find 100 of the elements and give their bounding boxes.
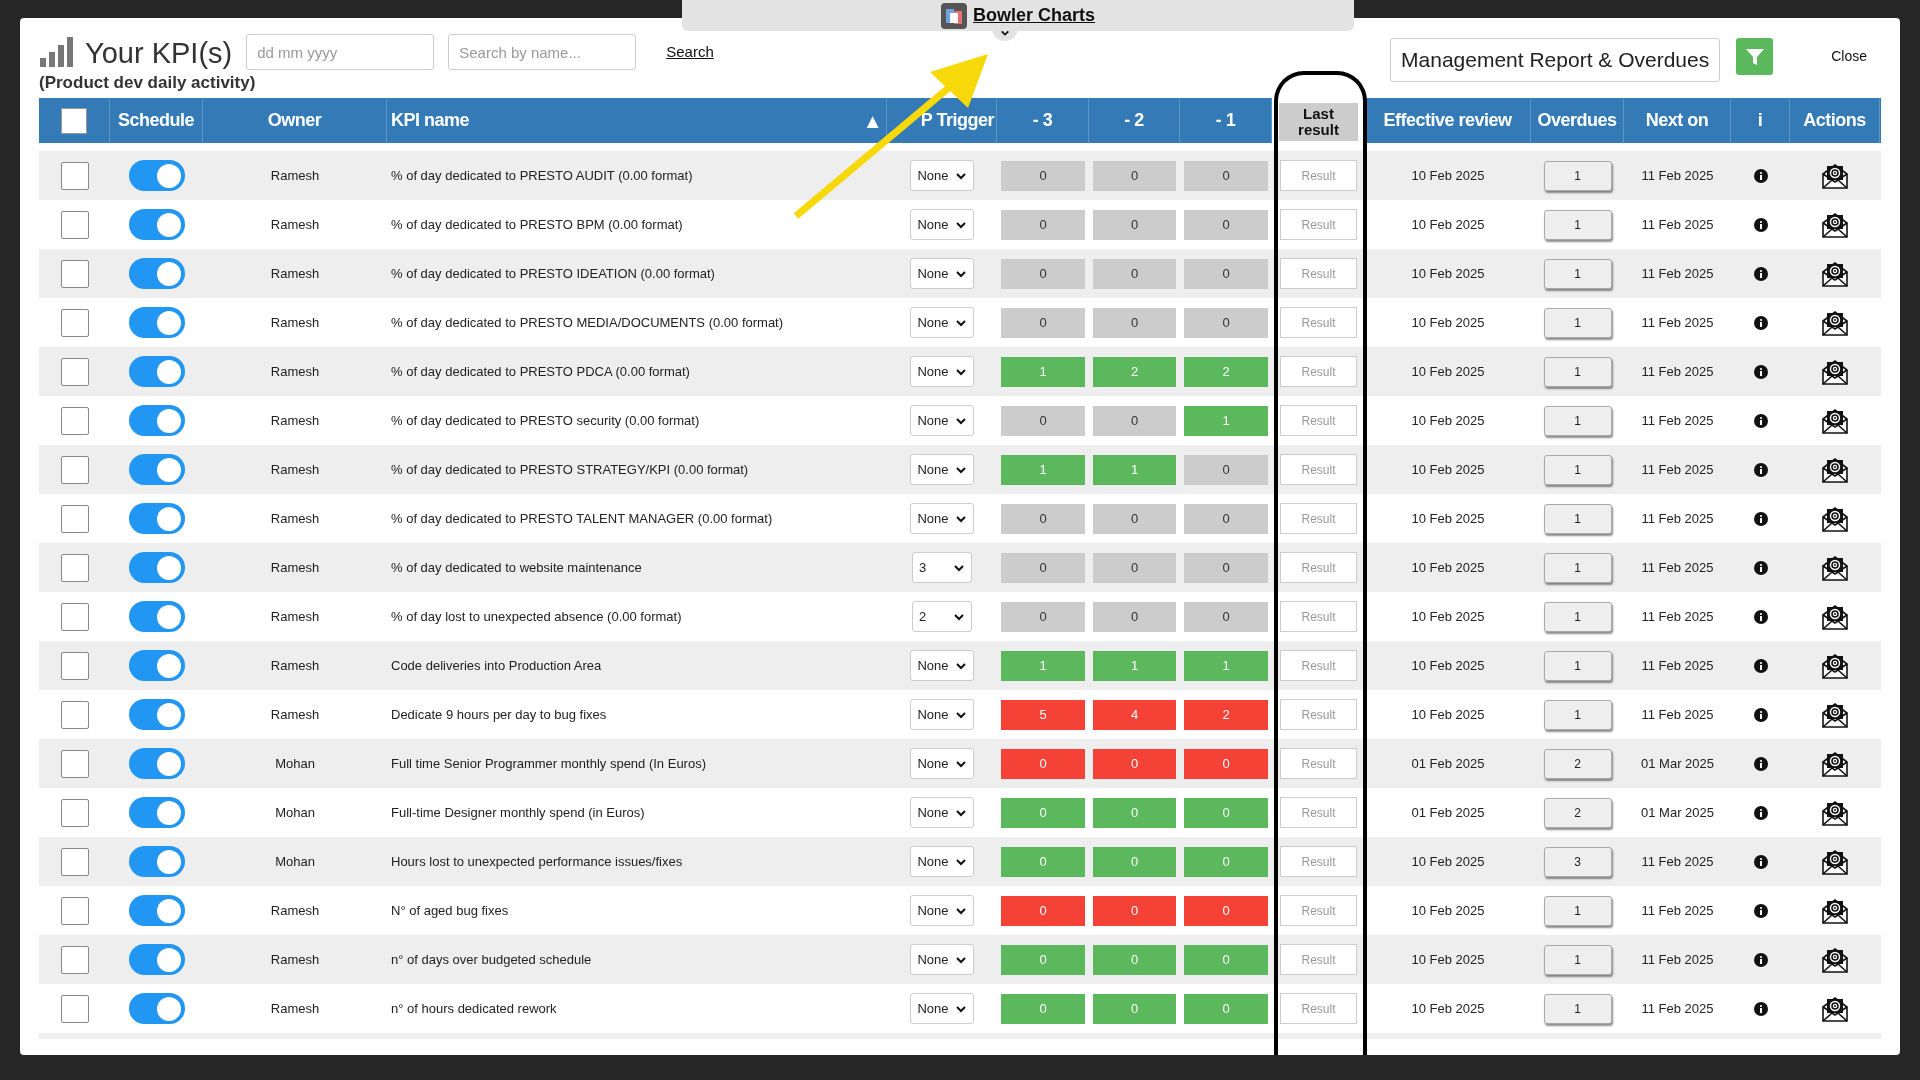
schedule-toggle[interactable] [128,307,185,338]
select-all-checkbox[interactable] [61,107,87,134]
filter-button[interactable] [1736,38,1774,75]
search-field[interactable]: Search by name... [448,34,637,70]
info-icon[interactable] [1753,315,1768,330]
info-icon[interactable] [1753,413,1768,428]
email-icon[interactable] [1821,945,1849,974]
email-icon[interactable] [1821,210,1849,239]
overdues-button[interactable]: 1 [1543,160,1612,191]
trigger-select[interactable]: None [910,503,974,534]
overdues-button[interactable]: 1 [1543,552,1612,583]
overdues-button[interactable]: 1 [1543,503,1612,534]
schedule-toggle[interactable] [128,993,185,1024]
bowler-charts-link[interactable]: Bowler Charts [973,2,1095,29]
info-icon[interactable] [1753,609,1768,624]
schedule-toggle[interactable] [128,454,185,485]
email-icon[interactable] [1821,553,1849,582]
info-icon[interactable] [1753,658,1768,673]
info-icon[interactable] [1753,511,1768,526]
overdues-button[interactable]: 1 [1543,405,1612,436]
row-checkbox[interactable] [60,308,89,337]
email-icon[interactable] [1821,259,1849,288]
overdues-button[interactable]: 1 [1543,944,1612,975]
row-checkbox[interactable] [60,161,89,190]
info-icon[interactable] [1753,462,1768,477]
result-input[interactable]: Result [1280,846,1357,877]
schedule-toggle[interactable] [128,601,185,632]
report-button[interactable]: Management Report & Overdues [1390,38,1721,82]
row-checkbox[interactable] [60,357,89,386]
trigger-select[interactable]: None [910,944,974,975]
row-checkbox[interactable] [60,749,89,778]
trigger-select[interactable]: None [910,258,974,289]
overdues-button[interactable]: 2 [1543,748,1612,779]
result-input[interactable]: Result [1280,748,1357,779]
row-checkbox[interactable] [60,504,89,533]
row-checkbox[interactable] [60,259,89,288]
email-icon[interactable] [1821,749,1849,778]
info-icon[interactable] [1753,854,1768,869]
overdues-button[interactable]: 1 [1543,356,1612,387]
trigger-select[interactable]: None [910,895,974,926]
info-icon[interactable] [1753,560,1768,575]
overdues-button[interactable]: 1 [1543,601,1612,632]
overdues-button[interactable]: 1 [1543,209,1612,240]
schedule-toggle[interactable] [128,846,185,877]
email-icon[interactable] [1821,504,1849,533]
trigger-select[interactable]: 3 [912,552,972,583]
info-icon[interactable] [1753,952,1768,967]
row-checkbox[interactable] [60,210,89,239]
result-input[interactable]: Result [1280,552,1357,583]
trigger-select[interactable]: None [910,650,974,681]
schedule-toggle[interactable] [128,797,185,828]
overdues-button[interactable]: 1 [1543,258,1612,289]
row-checkbox[interactable] [60,455,89,484]
row-checkbox[interactable] [60,847,89,876]
email-icon[interactable] [1821,994,1849,1023]
trigger-select[interactable]: None [910,748,974,779]
row-checkbox[interactable] [60,602,89,631]
info-icon[interactable] [1753,217,1768,232]
result-input[interactable]: Result [1280,993,1357,1024]
row-checkbox[interactable] [60,651,89,680]
trigger-select[interactable]: None [910,454,974,485]
trigger-select[interactable]: None [910,307,974,338]
result-input[interactable]: Result [1280,405,1357,436]
result-input[interactable]: Result [1280,454,1357,485]
email-icon[interactable] [1821,602,1849,631]
date-field[interactable]: dd mm yyyy [246,34,435,70]
schedule-toggle[interactable] [128,405,185,436]
result-input[interactable]: Result [1280,307,1357,338]
schedule-toggle[interactable] [128,258,185,289]
info-icon[interactable] [1753,266,1768,281]
trigger-select[interactable]: None [910,993,974,1024]
schedule-toggle[interactable] [128,944,185,975]
trigger-select[interactable]: None [910,846,974,877]
trigger-select[interactable]: None [910,209,974,240]
result-input[interactable]: Result [1280,356,1357,387]
result-input[interactable]: Result [1280,699,1357,730]
trigger-select[interactable]: None [910,356,974,387]
email-icon[interactable] [1821,798,1849,827]
info-icon[interactable] [1753,805,1768,820]
email-icon[interactable] [1821,700,1849,729]
overdues-button[interactable]: 1 [1543,895,1612,926]
schedule-toggle[interactable] [128,895,185,926]
email-icon[interactable] [1821,406,1849,435]
result-input[interactable]: Result [1280,797,1357,828]
row-checkbox[interactable] [60,406,89,435]
search-link[interactable]: Search [666,40,714,64]
schedule-toggle[interactable] [128,552,185,583]
info-icon[interactable] [1753,168,1768,183]
schedule-toggle[interactable] [128,160,185,191]
schedule-toggle[interactable] [128,503,185,534]
row-checkbox[interactable] [60,994,89,1023]
overdues-button[interactable]: 1 [1543,454,1612,485]
row-checkbox[interactable] [60,553,89,582]
result-input[interactable]: Result [1280,895,1357,926]
email-icon[interactable] [1821,161,1849,190]
row-checkbox[interactable] [60,945,89,974]
email-icon[interactable] [1821,896,1849,925]
column-header[interactable]: KPI name [391,107,470,134]
trigger-select[interactable]: 2 [912,601,972,632]
info-icon[interactable] [1753,707,1768,722]
